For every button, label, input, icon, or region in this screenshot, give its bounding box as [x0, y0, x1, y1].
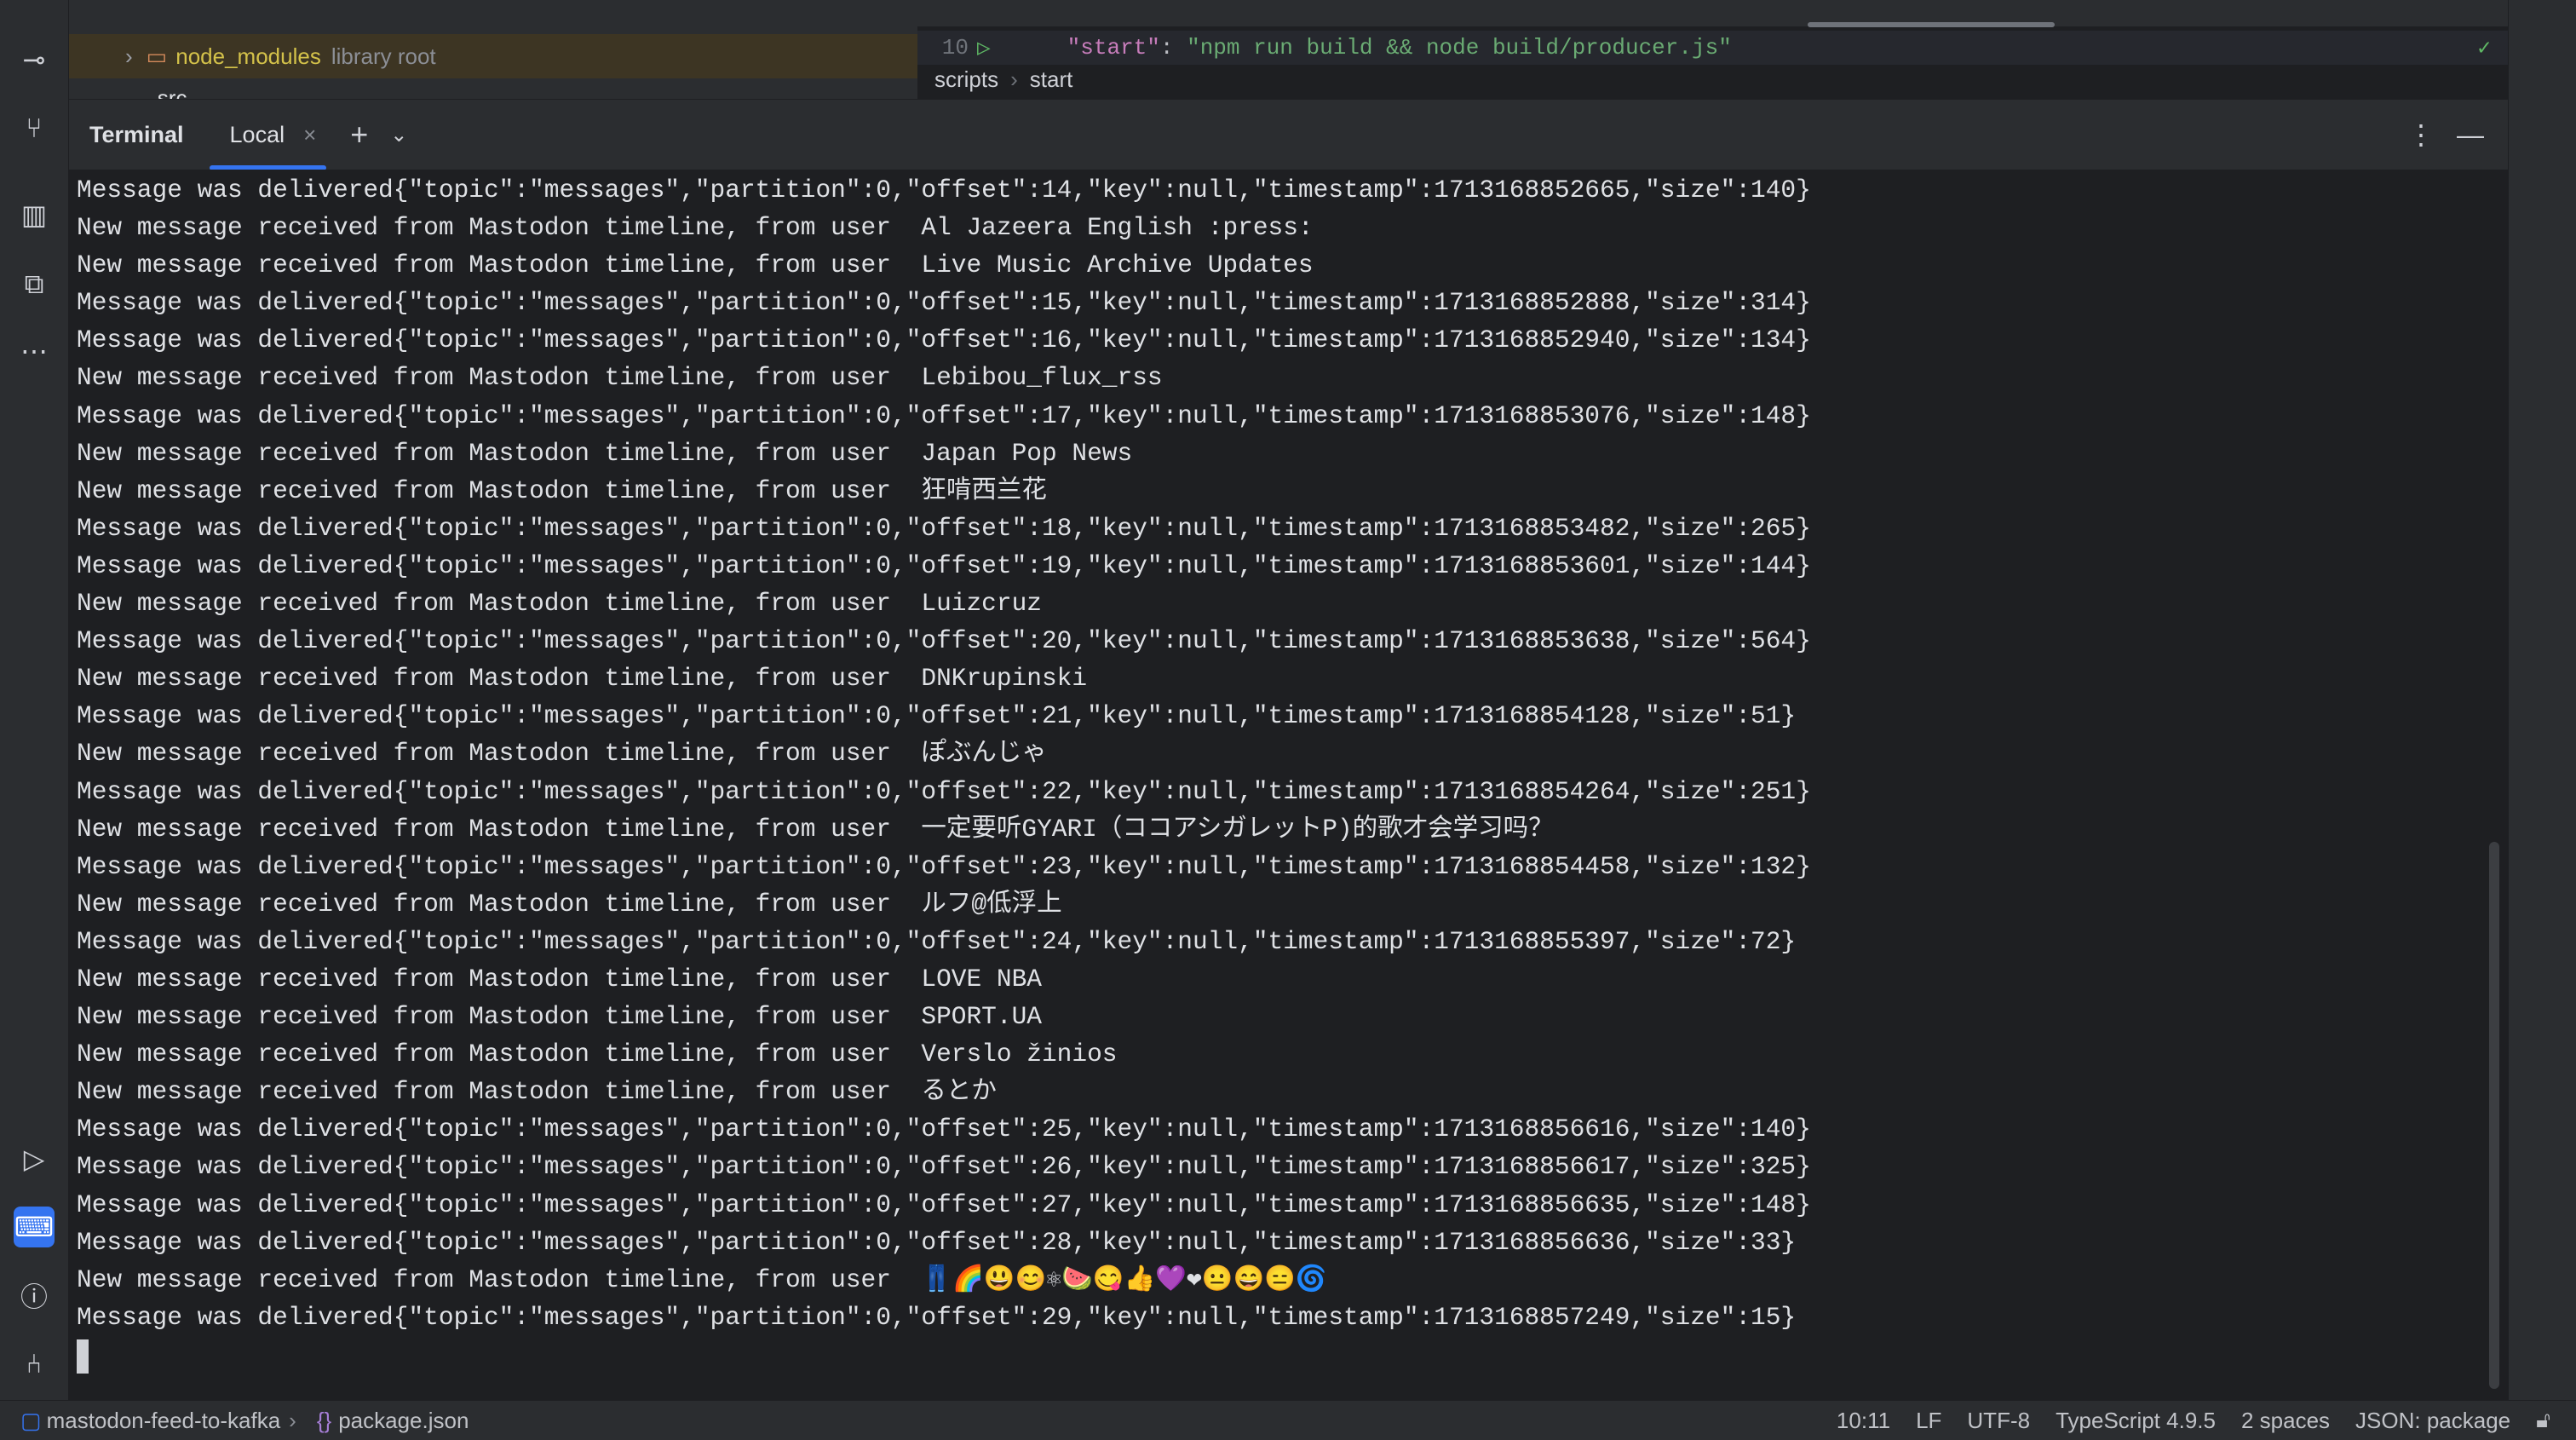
terminal-line: Message was delivered{"topic":"messages"…	[77, 701, 1797, 731]
editor: 10 ▷ "start" : "npm run build && node bu…	[917, 0, 2508, 99]
commit-icon[interactable]: ⊸	[14, 39, 55, 80]
chevron-down-icon[interactable]: ⌄	[390, 123, 407, 147]
indent-setting[interactable]: 2 spaces	[2241, 1408, 2330, 1434]
folder-name: src	[157, 85, 187, 99]
line-number: 10	[941, 35, 969, 60]
terminal-line: New message received from Mastodon timel…	[77, 889, 1062, 919]
pull-requests-icon[interactable]: ⑂	[14, 107, 55, 148]
language-version[interactable]: TypeScript 4.9.5	[2056, 1408, 2216, 1434]
status-bar: ▢ mastodon-feed-to-kafka › {} package.js…	[0, 1400, 2576, 1440]
terminal-cursor	[77, 1339, 89, 1374]
terminal-line: New message received from Mastodon timel…	[77, 664, 1088, 694]
scrollbar[interactable]	[2489, 842, 2499, 1389]
terminal-line: New message received from Mastodon timel…	[77, 1264, 1327, 1294]
breadcrumb-start[interactable]: start	[1030, 66, 1073, 92]
terminal-title: Terminal	[89, 121, 184, 147]
add-icon[interactable]: +	[350, 117, 368, 153]
code-line[interactable]: 10 ▷ "start" : "npm run build && node bu…	[917, 31, 2508, 65]
line-ending[interactable]: LF	[1916, 1408, 1941, 1434]
terminal-icon[interactable]: ⌨	[14, 1207, 55, 1247]
terminal-line: Message was delivered{"topic":"messages"…	[77, 1152, 1811, 1182]
terminal-line: New message received from Mastodon timel…	[77, 213, 1314, 243]
status-project[interactable]: mastodon-feed-to-kafka	[47, 1408, 281, 1434]
terminal-line: Message was delivered{"topic":"messages"…	[77, 926, 1797, 956]
terminal-line: New message received from Mastodon timel…	[77, 589, 1042, 619]
close-icon[interactable]: ×	[303, 122, 316, 148]
terminal-line: New message received from Mastodon timel…	[77, 964, 1042, 994]
tool-window-bar-left: ⊸ ⑂ ▥ ⧉ ⋯ ▷ ⌨ ⓘ ⑃	[0, 0, 69, 1400]
file-encoding[interactable]: UTF-8	[1967, 1408, 2030, 1434]
terminal-line: New message received from Mastodon timel…	[77, 438, 1133, 468]
terminal-line: New message received from Mastodon timel…	[77, 1002, 1042, 1032]
terminal-line: Message was delivered{"topic":"messages"…	[77, 1189, 1811, 1219]
terminal-line: Message was delivered{"topic":"messages"…	[77, 1115, 1811, 1144]
lock-icon[interactable]: 🔓︎	[2536, 1407, 2550, 1434]
terminal-line: New message received from Mastodon timel…	[77, 739, 1047, 769]
git-icon[interactable]: ⑃	[14, 1343, 55, 1384]
terminal-line: New message received from Mastodon timel…	[77, 1040, 1118, 1069]
terminal-line: Message was delivered{"topic":"messages"…	[77, 1302, 1797, 1332]
terminal-line: New message received from Mastodon timel…	[77, 363, 1163, 393]
terminal-line: New message received from Mastodon timel…	[77, 1077, 997, 1107]
terminal-line: New message received from Mastodon timel…	[77, 814, 1554, 844]
run-icon[interactable]: ▷	[14, 1138, 55, 1179]
terminal-line: Message was delivered{"topic":"messages"…	[77, 513, 1811, 543]
terminal-line: Message was delivered{"topic":"messages"…	[77, 325, 1811, 355]
tab-local[interactable]: Local ×	[209, 100, 327, 170]
library-root-label: library root	[331, 43, 436, 69]
json-file-icon: {}	[316, 1407, 332, 1433]
chevron-down-icon: ⌄	[125, 85, 144, 99]
run-gutter-icon[interactable]: ▷	[977, 35, 991, 61]
tool-window-bar-right	[2508, 0, 2576, 1400]
terminal-line: Message was delivered{"topic":"messages"…	[77, 288, 1811, 318]
chevron-right-icon: ›	[289, 1407, 296, 1433]
tree-item-node-modules[interactable]: › ▭ node_modules library root	[69, 34, 917, 78]
terminal-line: Message was delivered{"topic":"messages"…	[77, 550, 1811, 580]
folder-icon: ▭	[146, 43, 168, 69]
terminal-line: Message was delivered{"topic":"messages"…	[77, 776, 1811, 806]
services-icon[interactable]: ⧉	[14, 264, 55, 305]
cursor-position[interactable]: 10:11	[1837, 1408, 1890, 1434]
more-icon[interactable]: ⋯	[14, 331, 55, 372]
tab-package-json[interactable]	[1808, 22, 2055, 27]
json-schema[interactable]: JSON: package	[2355, 1408, 2510, 1434]
terminal-line: New message received from Mastodon timel…	[77, 251, 1314, 280]
folder-name: node_modules	[175, 43, 321, 69]
editor-tabs	[917, 0, 2508, 27]
terminal-line: Message was delivered{"topic":"messages"…	[77, 851, 1811, 881]
terminal-line: Message was delivered{"topic":"messages"…	[77, 626, 1811, 656]
chevron-right-icon: ›	[1010, 66, 1018, 92]
problems-icon[interactable]: ⓘ	[14, 1275, 55, 1316]
code-key: "start"	[1067, 35, 1160, 60]
structure-icon[interactable]: ▥	[14, 194, 55, 235]
terminal-line: Message was delivered{"topic":"messages"…	[77, 400, 1811, 430]
breadcrumb-scripts[interactable]: scripts	[934, 66, 998, 92]
status-file[interactable]: package.json	[338, 1408, 469, 1434]
module-icon: ▢	[20, 1407, 42, 1433]
more-options-icon[interactable]: ⋮	[2407, 118, 2435, 151]
chevron-right-icon: ›	[125, 43, 133, 69]
code-colon: :	[1159, 35, 1187, 60]
project-panel: › ▭ node_modules library root ⌄ src	[69, 0, 917, 99]
terminal-line: Message was delivered{"topic":"messages"…	[77, 1227, 1797, 1257]
check-icon: ✓	[2477, 35, 2491, 61]
tree-item-src[interactable]: ⌄ src	[125, 85, 187, 99]
breadcrumb: scripts › start	[934, 66, 1072, 93]
terminal-line: New message received from Mastodon timel…	[77, 475, 1047, 505]
tab-label: Local	[229, 121, 285, 147]
minimize-icon[interactable]: —	[2457, 119, 2484, 151]
terminal-output[interactable]: Message was delivered{"topic":"messages"…	[69, 170, 2508, 1400]
terminal-header: Terminal Local × + ⌄ ⋮ —	[69, 99, 2508, 170]
code-value: "npm run build && node build/producer.js…	[1187, 35, 1732, 60]
terminal-line: Message was delivered{"topic":"messages"…	[77, 176, 1811, 204]
